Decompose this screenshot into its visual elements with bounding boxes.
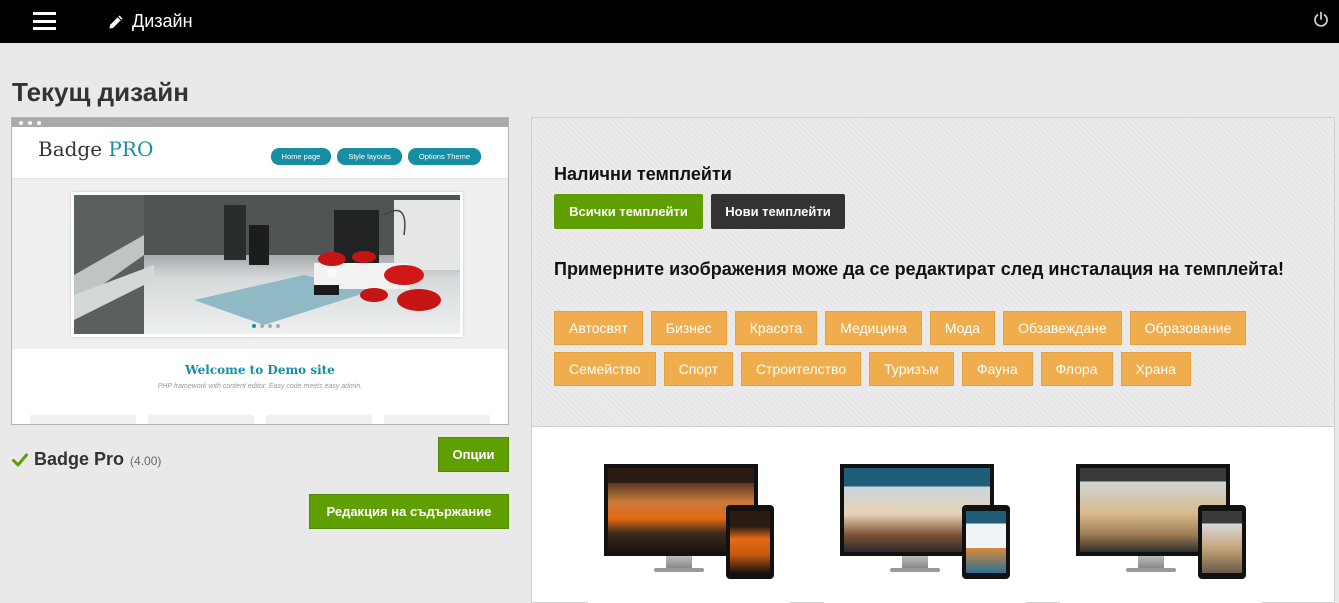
tablet-mockup: [1198, 505, 1246, 579]
category-button[interactable]: Семейство: [554, 352, 656, 386]
power-icon[interactable]: [1313, 11, 1329, 27]
hamburger-icon[interactable]: [33, 12, 56, 30]
preview-nav: Home page Style layouts Options Theme: [270, 148, 481, 165]
check-icon: [12, 453, 28, 466]
current-template-name: Badge Pro: [34, 449, 125, 469]
current-design-preview: Badge PRO Home page Style layouts Option…: [11, 117, 509, 425]
category-button[interactable]: Фауна: [961, 352, 1033, 386]
category-button[interactable]: Автосвят: [554, 311, 643, 345]
preview-slider: [71, 192, 463, 337]
category-button[interactable]: Храна: [1120, 352, 1191, 386]
category-button[interactable]: Спорт: [663, 352, 733, 386]
category-button[interactable]: Обзавеждане: [1003, 311, 1122, 345]
preview-nav-item: Style layouts: [337, 148, 402, 165]
top-bar: Дизайн: [0, 0, 1339, 43]
template-thumbnail-auto[interactable]: [588, 459, 790, 603]
tab-new-templates[interactable]: Нови темплейти: [711, 194, 845, 229]
options-button[interactable]: Опции: [438, 437, 509, 472]
templates-title: Налични темплейти: [554, 164, 732, 184]
preview-logo-main: Badge: [38, 137, 103, 161]
preview-welcome-title: Welcome to Demo site: [185, 363, 335, 377]
templates-panel: Налични темплейти Всички темплейти Нови …: [531, 117, 1335, 603]
category-list: Автосвят Бизнес Красота Медицина Мода Об…: [554, 311, 1314, 386]
preview-logo: Badge PRO: [38, 137, 153, 161]
category-button[interactable]: Строителство: [740, 352, 862, 386]
preview-logo-accent: PRO: [108, 137, 154, 161]
template-thumbnail-furniture[interactable]: [1060, 459, 1262, 603]
topbar-title-text: Дизайн: [132, 11, 193, 31]
category-button[interactable]: Мода: [929, 311, 996, 345]
templates-note: Примерните изображения може да се редакт…: [554, 259, 1284, 279]
current-template-version: (4.00): [130, 454, 162, 468]
preview-banner-area: [12, 179, 508, 349]
category-button[interactable]: Бизнес: [650, 311, 727, 345]
category-button[interactable]: Медицина: [825, 311, 922, 345]
tab-all-templates[interactable]: Всички темплейти: [554, 194, 703, 229]
preview-nav-item: Home page: [270, 148, 332, 165]
page-title: Текущ дизайн: [12, 77, 189, 107]
preview-feature-boxes: [30, 415, 490, 424]
pencil-icon: [109, 15, 123, 28]
preview-header: Badge PRO Home page Style layouts Option…: [12, 127, 508, 179]
category-button[interactable]: Образование: [1129, 311, 1247, 345]
tablet-mockup: [962, 505, 1010, 579]
category-button[interactable]: Флора: [1040, 352, 1113, 386]
category-button[interactable]: Туризъм: [869, 352, 954, 386]
category-button[interactable]: Красота: [734, 311, 818, 345]
topbar-title: Дизайн: [108, 11, 193, 32]
preview-window-chrome: [12, 118, 508, 127]
edit-content-button[interactable]: Редакция на съдържание: [309, 494, 509, 529]
template-thumbnails: [588, 459, 1262, 603]
preview-welcome-subtitle: PHP framework with content editor. Easy …: [157, 383, 363, 390]
preview-nav-item: Options Theme: [407, 148, 481, 165]
template-thumbnail-education[interactable]: [824, 459, 1026, 603]
current-template-info: Badge Pro (4.00): [12, 449, 161, 470]
templates-filter-area: Налични темплейти Всички темплейти Нови …: [532, 118, 1334, 427]
interior-photo: [74, 195, 460, 334]
tablet-mockup: [726, 505, 774, 579]
